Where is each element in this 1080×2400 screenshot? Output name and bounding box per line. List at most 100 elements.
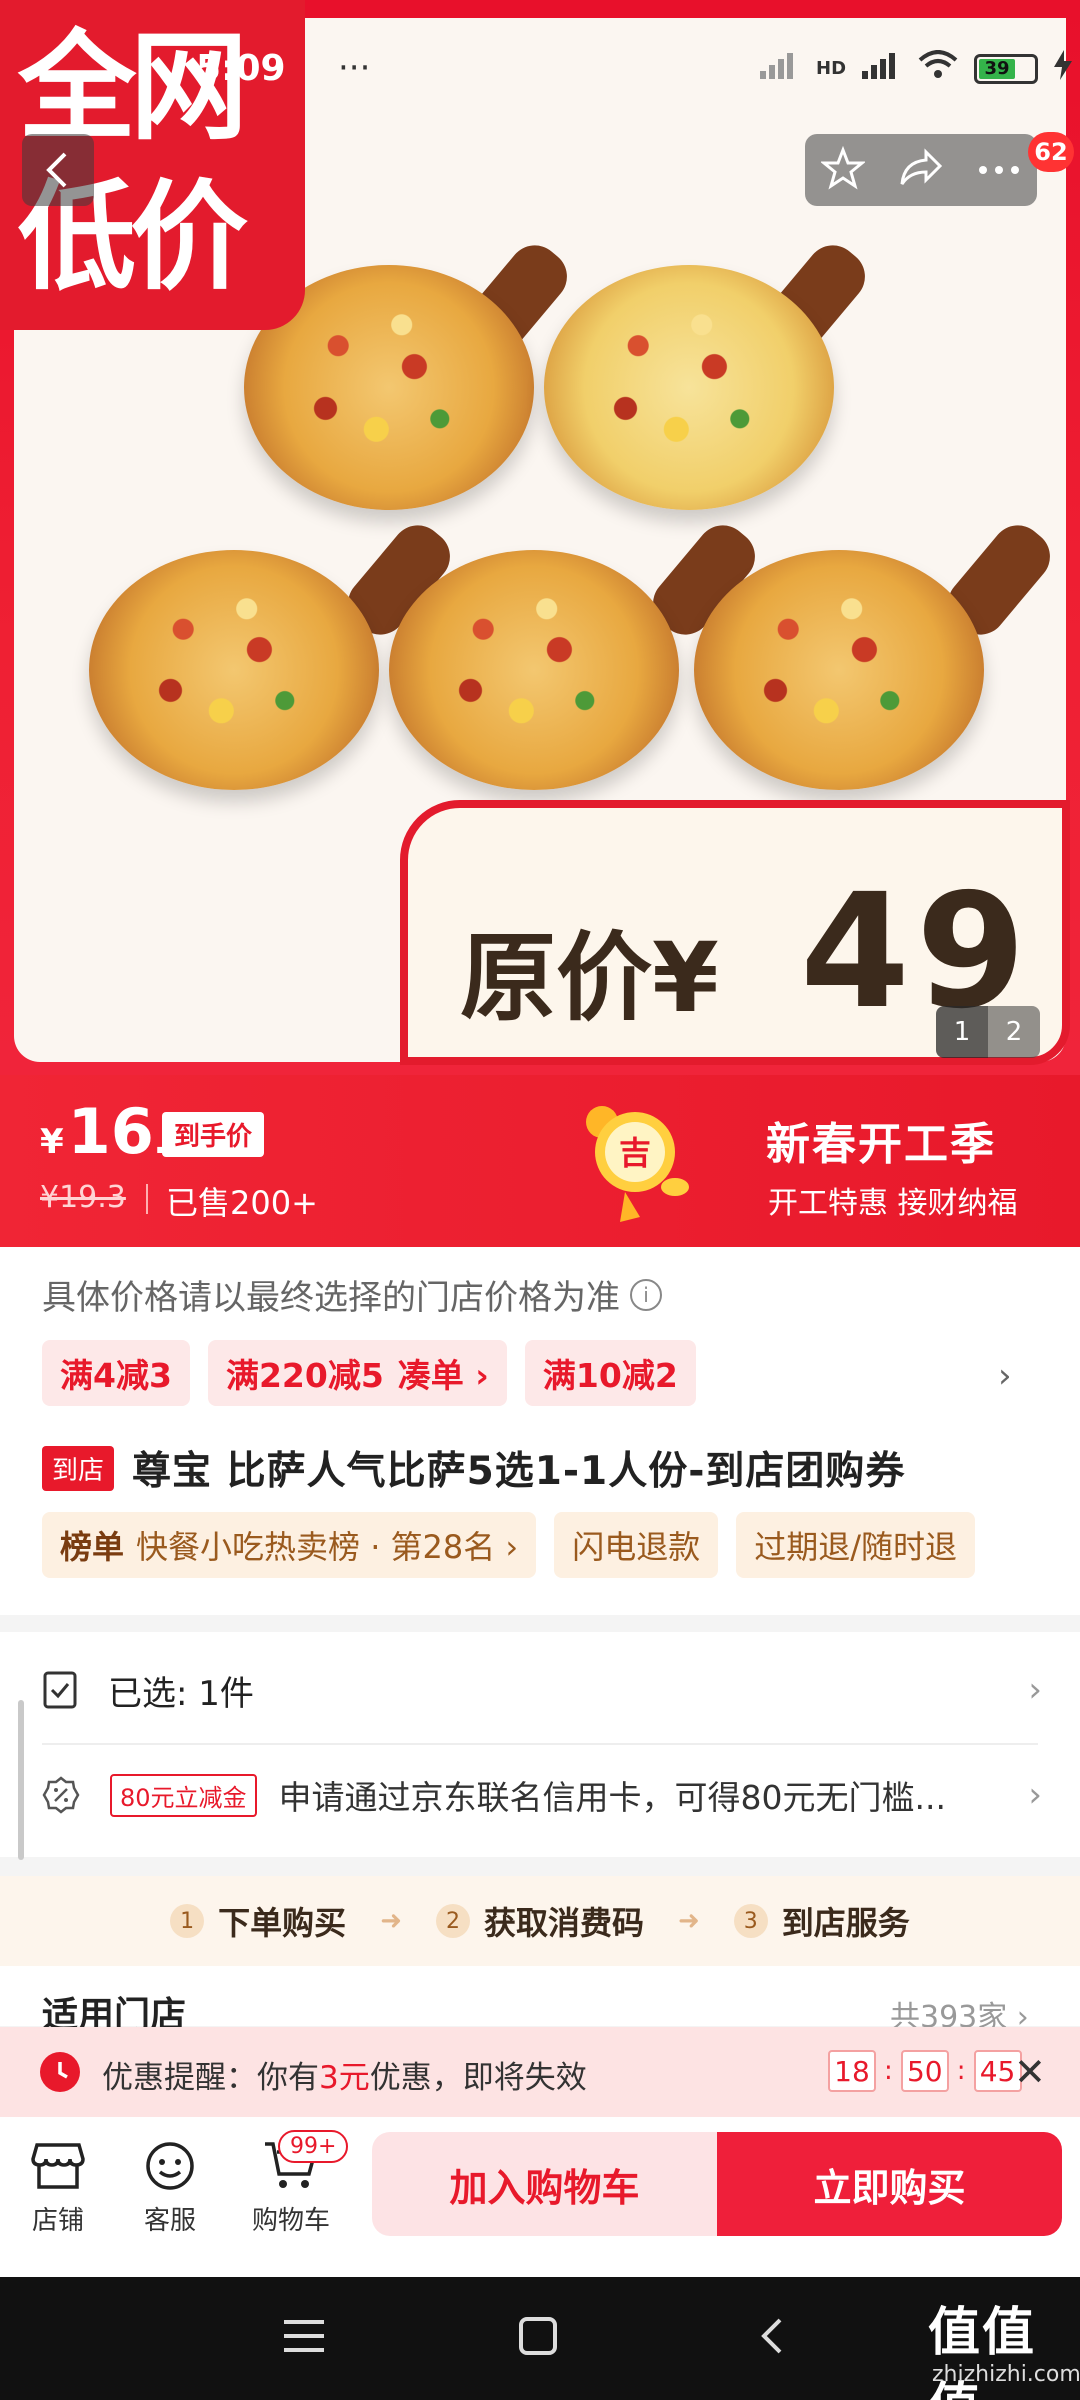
message-badge[interactable]: 62 (1028, 132, 1074, 172)
step-label: 到店服务 (781, 1904, 910, 1942)
pizza-image (89, 550, 379, 790)
coupon-list: 满4减3 满220减5 凑单 › 满10减2 (42, 1340, 696, 1406)
selected-spec-row[interactable]: 已选: 1件 › (42, 1660, 1042, 1720)
countdown-timer: 18 : 50 : 45 (828, 2050, 1022, 2092)
charging-icon (1054, 50, 1073, 87)
original-price: ¥19.3 (40, 1180, 126, 1215)
reminder-text: 优惠提醒：你有3元优惠，即将失效 (102, 2052, 587, 2097)
product-title-row: 到店 尊宝 比萨人气比萨5选1-1人份-到店团购券 (42, 1440, 905, 1496)
chevron-right-icon: › (1028, 1670, 1042, 1710)
pizza-image (694, 550, 984, 790)
chat-icon (142, 2138, 198, 2194)
lucky-charm-icon: 吉 (580, 1092, 690, 1232)
tag-list: 榜单 快餐小吃热卖榜 · 第28名 › 闪电退款 过期退/随时退 (42, 1512, 976, 1578)
watermark-url: zhizhizhi.com (932, 2362, 1080, 2387)
price-notice-text: 具体价格请以最终选择的门店价格为准 (42, 1278, 620, 1318)
share-icon (900, 148, 943, 185)
signal-icon (862, 51, 902, 86)
purchase-steps: 1 下单购买 ➜ 2 获取消费码 ➜ 3 到店服务 (0, 1876, 1080, 1966)
star-icon (820, 145, 867, 190)
arrow-right-icon: ➜ (380, 1906, 402, 1936)
more-button[interactable] (977, 161, 1021, 180)
divider (42, 1743, 1038, 1745)
event-subtitle: 开工特惠 接财纳福 (768, 1186, 1018, 1221)
step-item: 2 获取消费码 (435, 1898, 644, 1944)
step-item: 1 下单购买 (170, 1898, 346, 1944)
discount-icon (42, 1776, 80, 1814)
service-tag[interactable]: 过期退/随时退 (736, 1512, 976, 1578)
coupon-extra: 凑单 › (397, 1356, 489, 1395)
ranking-tag[interactable]: 榜单 快餐小吃热卖榜 · 第28名 › (42, 1512, 537, 1578)
timer-colon: : (956, 2056, 966, 2086)
wifi-icon (918, 50, 958, 87)
selected-label: 已选: 1件 (108, 1673, 254, 1714)
pager-item[interactable]: 2 (988, 1006, 1040, 1058)
coupon-label: 满10减2 (542, 1356, 678, 1395)
coupon-label: 满220减5 (225, 1356, 384, 1395)
service-label: 客服 (143, 2206, 196, 2236)
event-title: 新春开工季 (766, 1119, 996, 1170)
tag-label: 过期退/随时退 (754, 1528, 958, 1566)
battery-icon: 39 (974, 53, 1039, 84)
shop-label: 店铺 (31, 2206, 84, 2236)
reminder-amount: 3元 (319, 2060, 370, 2096)
image-pager[interactable]: 1 2 (936, 1006, 1040, 1058)
coupon-label: 满4减3 (60, 1356, 172, 1395)
battery-level: 39 (979, 58, 1016, 79)
credit-text: 申请通过京东联名信用卡，可得80元无门槛... (278, 1778, 947, 1817)
product-title: 尊宝 比萨人气比萨5选1-1人份-到店团购券 (132, 1449, 906, 1494)
credit-tag: 80元立减金 (110, 1773, 257, 1817)
status-dots: ··· (338, 48, 371, 88)
chevron-right-icon: › (1028, 1775, 1042, 1815)
step-number: 2 (435, 1904, 470, 1938)
sold-count: 已售200+ (166, 1184, 318, 1222)
clock-icon (40, 2052, 80, 2092)
price-integer: 16 (67, 1095, 154, 1168)
clipboard-icon (43, 1671, 77, 1709)
buy-now-button[interactable]: 立即购买 (717, 2132, 1062, 2236)
service-tag[interactable]: 闪电退款 (554, 1512, 719, 1578)
cart-label: 购物车 (252, 2206, 331, 2236)
chevron-left-icon (46, 152, 67, 188)
store-tag: 到店 (42, 1445, 115, 1491)
back-nav-icon[interactable] (758, 2316, 786, 2360)
share-button[interactable] (898, 148, 944, 192)
status-time: 5:09 (196, 48, 286, 89)
close-icon[interactable]: ✕ (1014, 2050, 1046, 2094)
scrollbar[interactable] (18, 1700, 24, 1860)
step-number: 1 (170, 1904, 205, 1938)
back-button[interactable] (22, 134, 94, 206)
add-to-cart-button[interactable]: 加入购物车 (372, 2132, 717, 2236)
timer-minutes: 50 (900, 2050, 949, 2092)
info-icon[interactable]: i (630, 1278, 662, 1311)
pager-item[interactable]: 1 (936, 1006, 988, 1058)
coupon-item[interactable]: 满10减2 (524, 1340, 696, 1406)
price-symbol: ¥ (40, 1122, 64, 1162)
shop-button[interactable]: 店铺 (30, 2138, 86, 2237)
tag-label: 快餐小吃热卖榜 · 第28名 › (136, 1528, 519, 1566)
reminder-prefix: 优惠提醒：你有 (102, 2060, 319, 2096)
lucky-char: 吉 (619, 1134, 651, 1172)
step-label: 获取消费码 (483, 1904, 644, 1942)
network-label: HD (816, 58, 847, 79)
arrow-right-icon: ➜ (678, 1906, 700, 1936)
tag-prefix: 榜单 (60, 1528, 125, 1566)
step-item: 3 到店服务 (733, 1898, 910, 1944)
favorite-button[interactable] (820, 145, 867, 194)
more-icon (978, 165, 1019, 174)
tag-label: 闪电退款 (572, 1528, 701, 1566)
coupon-item[interactable]: 满220减5 凑单 › (207, 1340, 507, 1406)
pizza-image (389, 550, 679, 790)
timer-colon: : (884, 2056, 893, 2086)
coupon-item[interactable]: 满4减3 (42, 1340, 190, 1406)
status-icons: HD 39 (760, 50, 1073, 87)
divider (146, 1184, 148, 1214)
credit-card-offer-row[interactable]: 80元立减金 申请通过京东联名信用卡，可得80元无门槛... › (42, 1765, 1042, 1825)
price-tag-label: 原价¥ (460, 922, 719, 1034)
shop-icon (30, 2138, 86, 2194)
customer-service-button[interactable]: 客服 (142, 2138, 198, 2237)
menu-icon[interactable] (284, 2318, 324, 2358)
chevron-right-icon[interactable]: › (998, 1356, 1012, 1396)
home-icon[interactable] (518, 2316, 558, 2360)
product-page: 全网 低价 5:09 ··· HD 39 62 原价¥ 49 1 2 ¥ 16 … (0, 0, 1080, 2400)
